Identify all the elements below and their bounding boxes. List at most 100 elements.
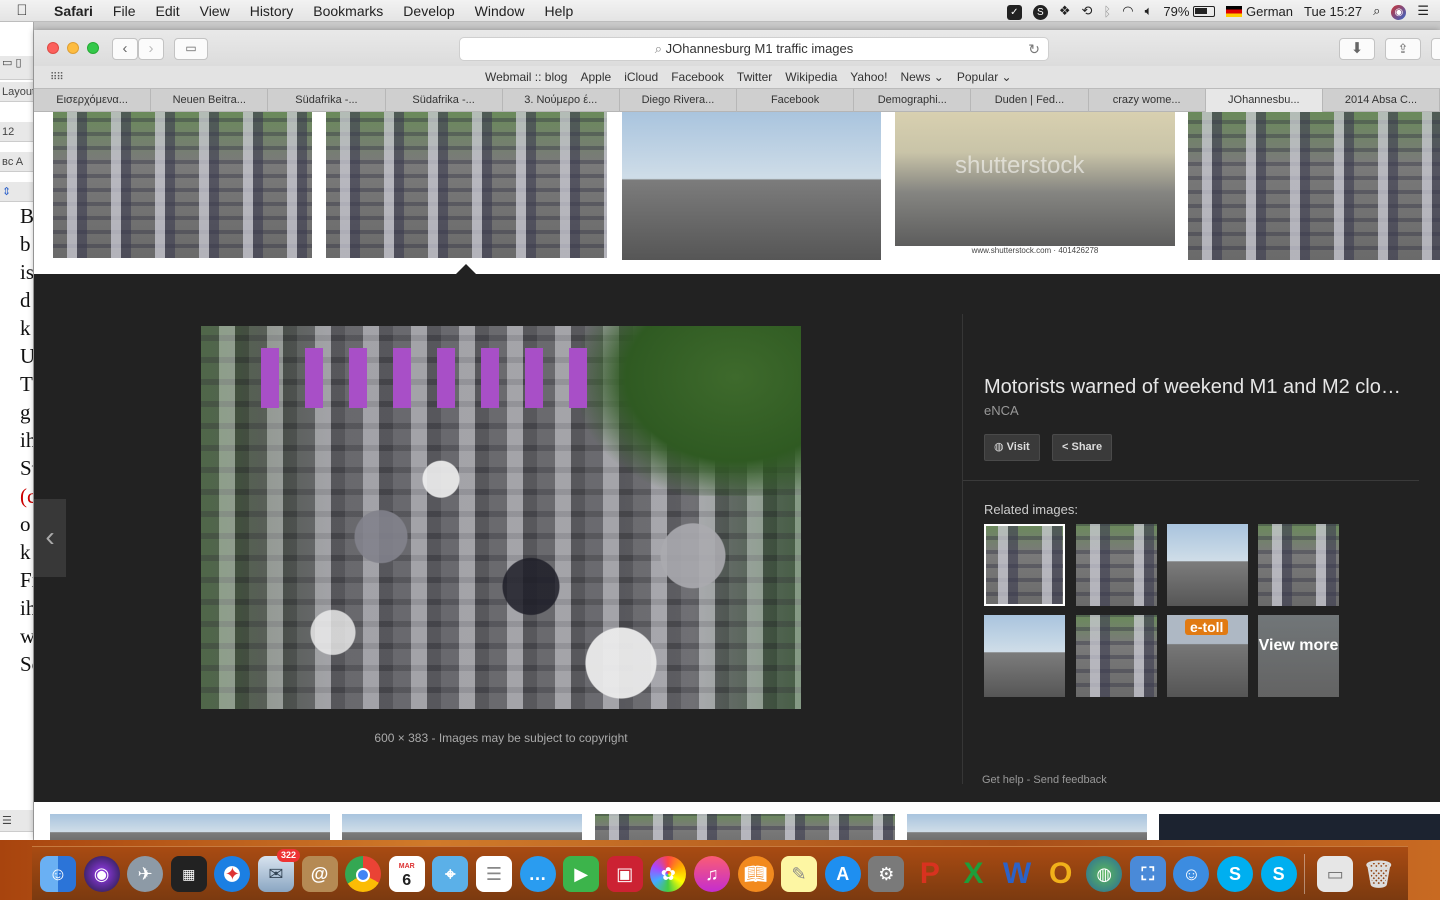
minimize-window-button[interactable] bbox=[67, 42, 79, 54]
finder-icon[interactable]: ☺ bbox=[40, 855, 76, 892]
close-window-button[interactable] bbox=[47, 42, 59, 54]
volume-icon[interactable]: 🔈︎ bbox=[1145, 3, 1153, 19]
visit-button[interactable]: ◍ Visit bbox=[984, 434, 1040, 461]
send-feedback-link[interactable]: Send feedback bbox=[1033, 774, 1106, 786]
clock[interactable]: Tue 15:27 bbox=[1304, 4, 1362, 19]
doc-ruler-marker[interactable]: ⇕ bbox=[0, 182, 33, 202]
forward-button[interactable]: › bbox=[138, 38, 164, 60]
share-toolbar-button[interactable]: ⇪ bbox=[1385, 38, 1421, 60]
network-icon[interactable]: ◍ bbox=[1086, 855, 1123, 892]
tab[interactable]: Diego Rivera... bbox=[620, 89, 738, 112]
doc-layout-label[interactable]: Layout bbox=[0, 82, 33, 102]
tab[interactable]: 3. Νούμερο έ... bbox=[503, 89, 620, 112]
menu-app-name[interactable]: Safari bbox=[44, 3, 103, 19]
favorite-icloud[interactable]: iCloud bbox=[624, 70, 658, 84]
chrome-icon[interactable] bbox=[345, 855, 382, 892]
doc-style-row[interactable]: ʙᴄ A bbox=[0, 152, 33, 172]
result-thumbnail[interactable] bbox=[907, 814, 1147, 840]
tab[interactable]: Demographi... bbox=[854, 89, 972, 112]
doc-font-size[interactable]: 12 bbox=[0, 122, 33, 142]
result-thumbnail[interactable]: shutterstock bbox=[895, 112, 1175, 246]
menu-help[interactable]: Help bbox=[534, 3, 583, 19]
tab[interactable]: Südafrika -... bbox=[386, 89, 503, 112]
zoom-window-button[interactable] bbox=[87, 42, 99, 54]
spotlight-search-icon[interactable]: ⌕ bbox=[1373, 3, 1380, 19]
downloads-stack-icon[interactable]: ▭ bbox=[1317, 855, 1354, 892]
favorite-facebook[interactable]: Facebook bbox=[671, 70, 724, 84]
app-store-icon[interactable]: A bbox=[824, 855, 861, 892]
tab[interactable]: Εισερχόμενα... bbox=[34, 89, 152, 112]
downloads-button[interactable]: ⬇ bbox=[1339, 38, 1375, 60]
back-button[interactable]: ‹ bbox=[112, 38, 138, 60]
checklist-icon[interactable]: ✓ bbox=[1006, 3, 1022, 20]
itunes-icon[interactable]: ♫ bbox=[693, 855, 730, 892]
favorite-yahoo[interactable]: Yahoo! bbox=[850, 70, 887, 84]
siri-icon[interactable]: ◉ bbox=[1391, 3, 1407, 20]
bluetooth-icon[interactable]: ᛒ bbox=[1103, 4, 1111, 19]
apple-menu-icon[interactable]:  bbox=[0, 2, 44, 19]
favorite-apple[interactable]: Apple bbox=[580, 70, 611, 84]
favorite-popular-folder[interactable]: Popular ⌄ bbox=[957, 70, 1012, 84]
input-source[interactable]: German bbox=[1226, 4, 1293, 19]
notification-center-icon[interactable]: ☰ bbox=[1417, 3, 1429, 19]
reminders-icon[interactable]: ☰ bbox=[475, 855, 512, 892]
facetime-icon[interactable]: ▶ bbox=[563, 855, 600, 892]
result-thumbnail[interactable] bbox=[50, 814, 330, 840]
result-thumbnail[interactable] bbox=[53, 112, 312, 258]
menu-edit[interactable]: Edit bbox=[145, 3, 189, 19]
tab[interactable]: Südafrika -... bbox=[268, 89, 386, 112]
result-thumbnail-selected[interactable] bbox=[326, 112, 607, 258]
sidebar-toggle-button[interactable]: ▭ bbox=[174, 38, 208, 60]
main-preview-image[interactable] bbox=[201, 326, 801, 709]
system-preferences-icon[interactable]: ⚙ bbox=[868, 855, 905, 892]
related-image-thumbnail[interactable] bbox=[1258, 524, 1339, 606]
favorite-wikipedia[interactable]: Wikipedia bbox=[785, 70, 837, 84]
outlook-icon[interactable]: O bbox=[1043, 856, 1079, 892]
calendar-icon[interactable]: MAR 6 bbox=[388, 855, 425, 892]
tab[interactable]: crazy wome... bbox=[1089, 89, 1206, 112]
favorite-twitter[interactable]: Twitter bbox=[737, 70, 772, 84]
top-sites-grid-icon[interactable]: ⠿⠿ bbox=[50, 72, 64, 83]
powerpoint-icon[interactable]: P bbox=[912, 856, 948, 892]
safari-compass-icon[interactable]: ✦ bbox=[214, 855, 251, 892]
share-button[interactable]: < Share bbox=[1052, 434, 1113, 461]
wifi-icon[interactable]: ◠ bbox=[1122, 3, 1133, 19]
mail-icon[interactable]: ✉ 322 bbox=[257, 848, 300, 892]
tab-active[interactable]: JOhannesbu... bbox=[1205, 89, 1323, 112]
favorite-news-folder[interactable]: News ⌄ bbox=[900, 70, 943, 84]
related-image-thumbnail[interactable] bbox=[1076, 524, 1157, 606]
menu-develop[interactable]: Develop bbox=[393, 3, 464, 19]
related-image-thumbnail[interactable] bbox=[984, 524, 1065, 606]
messages-icon[interactable]: … bbox=[519, 855, 556, 892]
related-image-thumbnail[interactable]: e-toll bbox=[1167, 615, 1248, 697]
address-bar[interactable]: ⌕ JOhannesburg M1 traffic images ↻ bbox=[459, 37, 1049, 61]
ibooks-icon[interactable]: 📖︎ bbox=[737, 855, 774, 892]
siri-icon[interactable]: ◉ bbox=[83, 855, 120, 892]
menu-window[interactable]: Window bbox=[465, 3, 535, 19]
reload-icon[interactable]: ↻ bbox=[1028, 38, 1040, 60]
skype-icon-secondary[interactable]: S bbox=[1260, 855, 1297, 892]
copyright-notice[interactable]: Images may be subject to copyright bbox=[439, 731, 628, 745]
image-title[interactable]: Motorists warned of weekend M1 and M2 cl… bbox=[984, 376, 1404, 399]
menu-history[interactable]: History bbox=[240, 3, 304, 19]
notes-icon[interactable]: ✎ bbox=[781, 855, 818, 892]
tab[interactable]: Neuen Beitra... bbox=[151, 89, 269, 112]
tab[interactable]: Facebook bbox=[737, 89, 855, 112]
get-help-link[interactable]: Get help bbox=[982, 774, 1024, 786]
result-thumbnail[interactable] bbox=[1159, 814, 1440, 840]
result-thumbnail[interactable] bbox=[622, 112, 881, 260]
result-thumbnail[interactable] bbox=[595, 814, 895, 840]
launchpad-icon[interactable]: ✈ bbox=[127, 855, 164, 892]
battery-status[interactable]: 79% bbox=[1163, 4, 1216, 19]
photo-booth-icon[interactable]: ▣ bbox=[606, 855, 643, 892]
maps-icon[interactable]: ⌖ bbox=[432, 855, 469, 892]
doc-list-icon[interactable]: ☰ bbox=[0, 810, 33, 832]
view-more-button[interactable]: View more bbox=[1258, 615, 1339, 697]
dropbox-icon[interactable]: ❖ bbox=[1059, 3, 1071, 19]
contacts-icon[interactable]: @ bbox=[301, 855, 338, 892]
result-thumbnail[interactable] bbox=[342, 814, 582, 840]
favorite-webmail[interactable]: Webmail :: blog bbox=[485, 70, 567, 84]
time-machine-icon[interactable]: ⟲ bbox=[1082, 3, 1093, 19]
skype-icon[interactable]: S bbox=[1217, 855, 1254, 892]
skype-status-icon[interactable]: S bbox=[1032, 3, 1048, 20]
